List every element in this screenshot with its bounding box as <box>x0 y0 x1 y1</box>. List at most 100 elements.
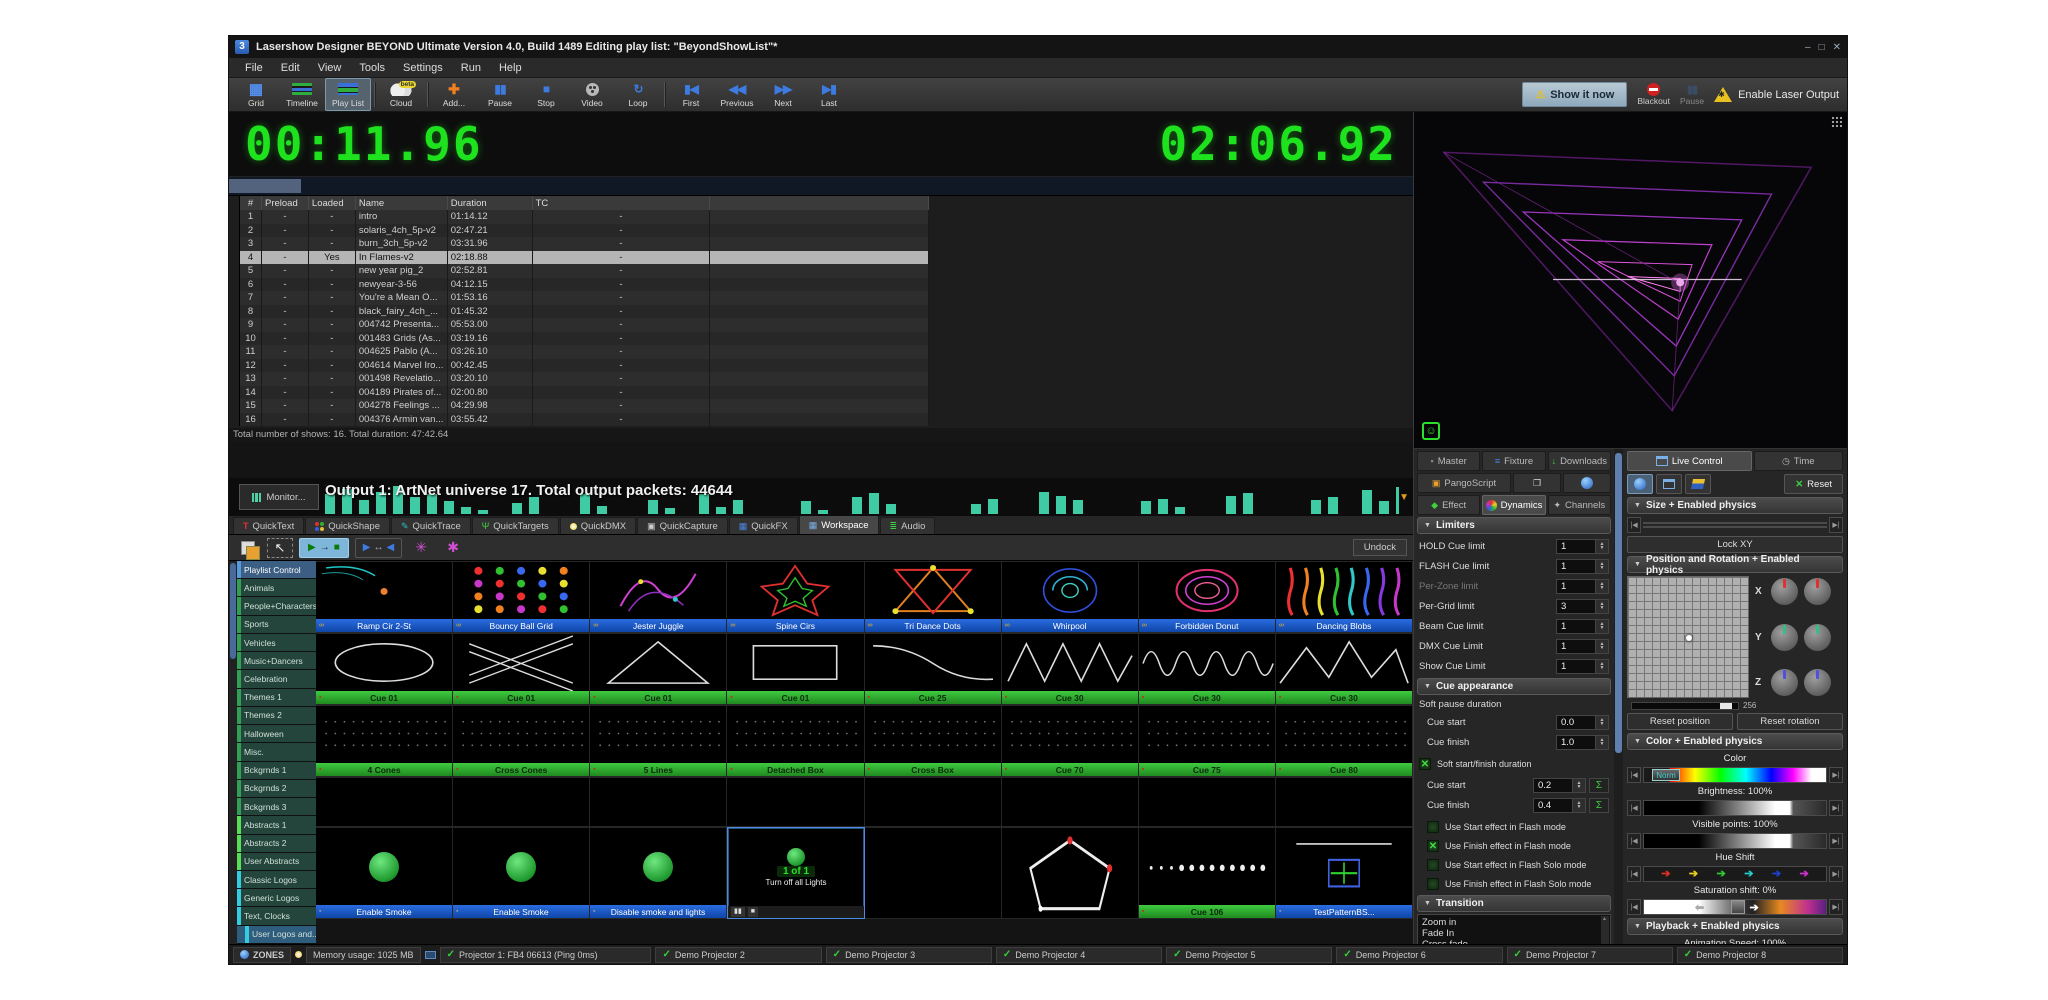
cue-cell-r4c5[interactable] <box>865 777 1002 827</box>
cue-cell-r5c8[interactable]: ▪TestPatternBS... <box>1276 827 1413 919</box>
cue-cell-r2c3[interactable]: ▪Cue 01 <box>590 633 727 705</box>
toolbar-video[interactable]: Video <box>569 78 615 111</box>
sidebar-item-classic-logos[interactable]: Classic Logos <box>237 871 319 889</box>
cue-cell-r2c8[interactable]: ▪Cue 30 <box>1276 633 1413 705</box>
projector-status-5[interactable]: ✓Demo Projector 5 <box>1166 947 1332 963</box>
cue-cell-r5c1[interactable]: ▪Enable Smoke <box>316 827 453 919</box>
projector-status-1[interactable]: ✓Projector 1: FB4 06613 (Ping 0ms) <box>440 947 652 963</box>
playlist-row[interactable]: 15--004278 Feelings ...04:29.98- <box>240 399 929 413</box>
spinner-beam-cue-limit[interactable]: 1▲▼ <box>1556 619 1609 634</box>
tab-master[interactable]: ▪Master <box>1417 451 1480 471</box>
brightness-slider[interactable]: |◀▶| <box>1627 800 1843 816</box>
knob-z-rotation[interactable] <box>1804 669 1831 696</box>
menu-view[interactable]: View <box>310 60 350 76</box>
toolbar-grid[interactable]: ▦Grid <box>233 78 279 111</box>
minimize-icon[interactable]: – <box>1805 42 1811 53</box>
tab-quicktrace[interactable]: ✎QuickTrace <box>391 517 471 534</box>
effect-button[interactable]: Σ <box>1589 798 1609 813</box>
tab-time[interactable]: ◷ Time <box>1754 451 1844 471</box>
cue-appearance-header[interactable]: ▼Cue appearance <box>1417 678 1611 695</box>
playlist-row[interactable]: 1--intro01:14.12- <box>240 210 929 224</box>
sidebar-item-text-clocks[interactable]: Text, Clocks <box>237 907 319 925</box>
cue-cell-r4c7[interactable] <box>1139 777 1276 827</box>
slider-min-icon[interactable]: |◀ <box>1627 517 1641 533</box>
tab-fixture[interactable]: ≡Fixture <box>1482 451 1545 471</box>
tab-audio[interactable]: ≣Audio <box>880 517 936 534</box>
spinner-cue-finish[interactable]: 1.0▲▼ <box>1556 735 1609 750</box>
menu-settings[interactable]: Settings <box>395 60 451 76</box>
mini-stop-icon[interactable]: ■ <box>748 907 758 917</box>
reset-button[interactable]: ✕ Reset <box>1784 474 1843 494</box>
knob-y-rotation[interactable] <box>1804 624 1831 651</box>
cue-cell-r4c1[interactable] <box>316 777 453 827</box>
menu-run[interactable]: Run <box>453 60 489 76</box>
cue-cell-r3c8[interactable]: ▪Cue 80 <box>1276 705 1413 777</box>
spinner-flash-cue-limit[interactable]: 1▲▼ <box>1556 559 1609 574</box>
cue-cell-r1c4[interactable]: ∞Spine Cirs <box>727 561 864 633</box>
sidebar-item-misc[interactable]: Misc. <box>237 743 319 761</box>
playlist-row[interactable]: 9--004742 Presenta...05:53.00- <box>240 318 929 332</box>
tab-quickfx[interactable]: ▦QuickFX <box>729 517 798 534</box>
knob-z-position[interactable] <box>1771 669 1798 696</box>
scroll-indicator-icon[interactable]: ▼ <box>1399 492 1409 503</box>
preview-grid-icon[interactable] <box>1831 116 1842 127</box>
maximize-icon[interactable]: □ <box>1819 42 1825 53</box>
cue-cell-r2c4[interactable]: ▪Cue 01 <box>727 633 864 705</box>
cue-cell-r5c6[interactable] <box>1002 827 1139 919</box>
cue-cell-r5c3[interactable]: ▪Disable smoke and lights <box>590 827 727 919</box>
tab-live-control[interactable]: Live Control <box>1627 451 1752 471</box>
tab-quickcapture[interactable]: ▣QuickCapture <box>637 517 728 534</box>
spinner-show-cue-limit[interactable]: 1▲▼ <box>1556 659 1609 674</box>
color-section-header[interactable]: ▼Color + Enabled physics <box>1627 733 1843 750</box>
cue-cell-r1c2[interactable]: ∞Bouncy Ball Grid <box>453 561 590 633</box>
undock-button[interactable]: Undock <box>1353 539 1407 556</box>
tab-quicktargets[interactable]: ΨQuickTargets <box>472 517 559 534</box>
tab-workspace[interactable]: ▦Workspace <box>799 515 879 534</box>
column-header-loaded[interactable]: Loaded <box>309 196 356 210</box>
toolbar-play-list[interactable]: Play List <box>325 78 371 111</box>
tab-downloads[interactable]: ↓Downloads <box>1548 451 1611 471</box>
saturation-slider[interactable]: |◀ ⬅➔ ▶| <box>1627 899 1843 915</box>
cue-cell-r4c8[interactable] <box>1276 777 1413 827</box>
spinner-cue-finish[interactable]: 0.4▲▼ <box>1533 798 1586 813</box>
spinner-dmx-cue-limit[interactable]: 1▲▼ <box>1556 639 1609 654</box>
toolbar-loop[interactable]: ↻Loop <box>615 78 661 111</box>
tab-dynamics[interactable]: Dynamics <box>1482 495 1545 515</box>
cue-cell-r4c3[interactable] <box>590 777 727 827</box>
playlist-row[interactable]: 16--004376 Armin van...03:55.42- <box>240 413 929 427</box>
cue-cell-r2c6[interactable]: ▪Cue 30 <box>1002 633 1139 705</box>
spinner-hold-cue-limit[interactable]: 1▲▼ <box>1556 539 1609 554</box>
hue-shift-slider[interactable]: |◀➔➔➔➔➔➔▶| <box>1627 866 1843 882</box>
pause-output-button[interactable]: ▮▮ Pause <box>1680 83 1704 106</box>
cue-cell-r2c7[interactable]: ▪Cue 30 <box>1139 633 1276 705</box>
sidebar-item-animals[interactable]: Animals <box>237 579 319 597</box>
playlist-row[interactable]: 2--solaris_4ch_5p-v202:47.21- <box>240 224 929 238</box>
knob-y-position[interactable] <box>1771 624 1798 651</box>
close-icon[interactable]: ✕ <box>1833 42 1841 53</box>
select-cursor-icon[interactable]: ↖ <box>267 538 293 558</box>
cue-cell-r5c4[interactable]: 1 of 1Turn off all Lights▮▮■ <box>727 827 865 919</box>
cue-cell-r1c3[interactable]: ∞Jester Juggle <box>590 561 727 633</box>
transition-item-fade-in[interactable]: Fade In <box>1422 928 1606 939</box>
toolbar-last[interactable]: ▶▮Last <box>806 78 852 111</box>
toolbar-stop[interactable]: ■Stop <box>523 78 569 111</box>
toolbar-add[interactable]: ✚Add... <box>431 78 477 111</box>
sidebar-item-playlist-control[interactable]: Playlist Control <box>237 561 319 579</box>
transition-item-cross-fade[interactable]: Cross fade <box>1422 939 1606 944</box>
globe-button[interactable] <box>1563 473 1611 493</box>
limiters-header[interactable]: ▼Limiters <box>1417 517 1611 534</box>
tab-quicktext[interactable]: TQuickText <box>233 517 304 534</box>
sidebar-scrollbar[interactable] <box>229 561 237 944</box>
pad-scale-slider[interactable] <box>1631 702 1739 710</box>
playback-progress-bar[interactable] <box>229 176 1413 196</box>
cue-cell-r4c2[interactable] <box>453 777 590 827</box>
panel-scrollbar[interactable] <box>1614 449 1623 944</box>
sidebar-item-bckgrnds-2[interactable]: Bckgrnds 2 <box>237 780 319 798</box>
cue-cell-r3c1[interactable]: ▪4 Cones <box>316 705 453 777</box>
toolbar-pause[interactable]: ▮▮Pause <box>477 78 523 111</box>
toolbar-next[interactable]: ▶▶Next <box>760 78 806 111</box>
playlist-row[interactable]: 5--new year pig_202:52.81- <box>240 264 929 278</box>
cue-cell-r5c2[interactable]: ▪Enable Smoke <box>453 827 590 919</box>
menu-file[interactable]: File <box>237 60 271 76</box>
spinner-per-zone-limit[interactable]: 1▲▼ <box>1556 579 1609 594</box>
